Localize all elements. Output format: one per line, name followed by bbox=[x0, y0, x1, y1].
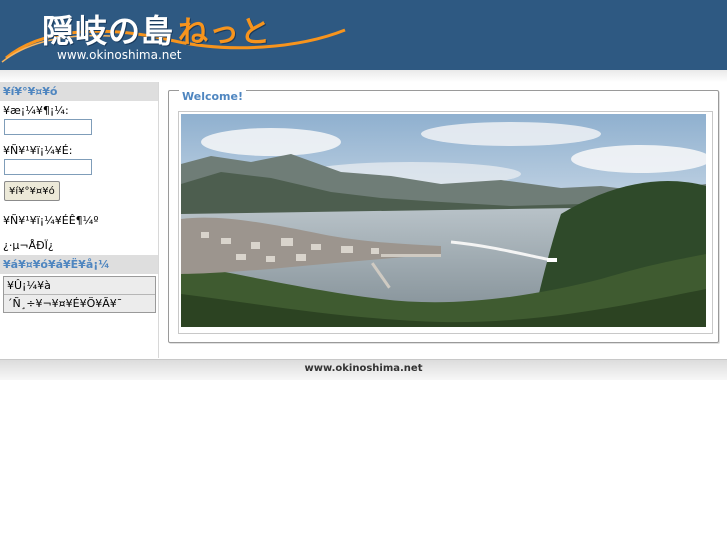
login-button[interactable]: ¥í¥°¥¤¥ó bbox=[4, 181, 60, 201]
logo-kana: ねっと bbox=[178, 15, 272, 50]
site-logo[interactable]: 隠岐の島 ねっと bbox=[42, 6, 271, 52]
password-label: ¥Ñ¥¹¥ï¡¼¥É: bbox=[3, 144, 73, 157]
main-menu-heading: ¥á¥¤¥ó¥á¥Ë¥å¡¼ bbox=[0, 255, 158, 274]
site-header: 隠岐の島 ねっと www.okinoshima.net bbox=[0, 0, 727, 70]
password-input[interactable] bbox=[4, 159, 92, 175]
sidebar: ¥í¥°¥¤¥ó ¥æ¡¼¥¶¡¼: ¥Ñ¥¹¥ï¡¼¥É: ¥í¥°¥¤¥ó … bbox=[0, 82, 159, 358]
user-label: ¥æ¡¼¥¶¡¼: bbox=[3, 104, 69, 117]
welcome-panel: Welcome! bbox=[168, 90, 719, 343]
footer-url: www.okinoshima.net bbox=[304, 363, 423, 374]
logo-kanji: 隠岐の島 bbox=[42, 12, 175, 50]
register-link[interactable]: ¿·µ¬ÅÐÏ¿ bbox=[0, 239, 158, 252]
forgot-password-link[interactable]: ¥Ñ¥¹¥ï¡¼¥ÉÊ¶¼º bbox=[0, 214, 158, 227]
menu-item-home[interactable]: ¥Û¡¼¥à bbox=[4, 277, 155, 295]
site-footer: www.okinoshima.net bbox=[0, 359, 727, 380]
logo-url: www.okinoshima.net bbox=[57, 48, 182, 62]
panorama-photo-frame bbox=[178, 111, 713, 334]
welcome-title: Welcome! bbox=[179, 90, 246, 103]
user-input[interactable] bbox=[4, 119, 92, 135]
menu-item-guidebook[interactable]: ´Ñ¸÷¥¬¥¤¥É¥Ö¥Ã¥¯ bbox=[4, 295, 155, 312]
main-menu: ¥Û¡¼¥à ´Ñ¸÷¥¬¥¤¥É¥Ö¥Ã¥¯ bbox=[3, 276, 156, 313]
login-heading: ¥í¥°¥¤¥ó bbox=[0, 82, 158, 101]
harbor-panorama-image bbox=[181, 114, 706, 327]
header-divider bbox=[0, 70, 727, 82]
